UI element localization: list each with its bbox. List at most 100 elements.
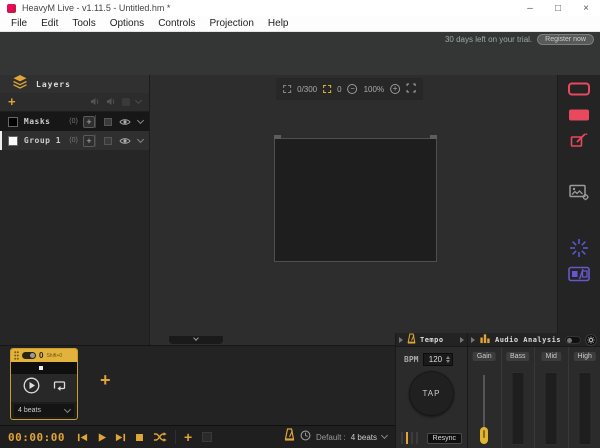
sequence-card[interactable]: 0 Shift+0 4 beats <box>10 348 78 420</box>
bpm-up-icon[interactable] <box>446 356 450 359</box>
group1-add-button[interactable]: + <box>83 135 95 147</box>
gain-slider-knob[interactable] <box>480 427 488 444</box>
add-sequence-button[interactable]: + <box>100 370 111 391</box>
shuffle-icon[interactable] <box>149 431 171 443</box>
zoom-in-button[interactable]: + <box>390 84 400 94</box>
group1-solo-button[interactable] <box>104 137 112 145</box>
high-column: High <box>568 347 600 448</box>
audio-settings-gear-icon[interactable] <box>585 334 597 346</box>
loop-mode-icon[interactable] <box>52 379 66 397</box>
generative-effects-icon[interactable] <box>569 238 589 258</box>
zoom-out-button[interactable]: − <box>348 84 358 94</box>
play-icon[interactable] <box>92 432 111 443</box>
selection-count: 0 <box>337 85 341 94</box>
resync-button[interactable]: Resync <box>427 433 462 444</box>
sequence-header[interactable]: 0 Shift+0 <box>11 349 77 362</box>
fill-style-icon[interactable] <box>567 107 591 123</box>
bpm-spinbox[interactable]: 120 <box>423 353 453 366</box>
menu-file[interactable]: File <box>4 18 34 29</box>
bpm-value[interactable]: 120 <box>424 355 446 364</box>
sequence-toggle[interactable] <box>22 352 36 359</box>
beat-bar <box>411 432 413 444</box>
transitions-icon[interactable] <box>567 265 591 283</box>
group1-color-swatch[interactable] <box>8 136 18 146</box>
audio-route-2-icon[interactable] <box>106 93 116 111</box>
stop-icon[interactable] <box>130 432 149 443</box>
group1-expand-chevron-icon[interactable] <box>137 135 144 142</box>
register-button[interactable]: Register now <box>537 34 594 45</box>
tap-tempo-button[interactable]: TAP <box>409 371 454 416</box>
previous-icon[interactable] <box>73 432 92 443</box>
outline-style-icon[interactable] <box>567 81 591 97</box>
menu-edit[interactable]: Edit <box>34 18 65 29</box>
collapse-chevron-icon <box>193 335 199 341</box>
tempo-panel: Tempo BPM 120 TAP Resync <box>395 333 467 448</box>
maximize-button[interactable]: □ <box>544 0 572 16</box>
menu-controls[interactable]: Controls <box>151 18 202 29</box>
sequence-beats-value: 4 beats <box>18 407 41 414</box>
add-layer-button[interactable]: + <box>8 96 16 108</box>
media-icon[interactable] <box>568 183 590 201</box>
add-timeline-button[interactable]: + <box>180 429 196 445</box>
play-sequence-icon[interactable] <box>23 377 40 399</box>
menu-help[interactable]: Help <box>261 18 296 29</box>
bass-level-meter <box>511 372 524 445</box>
empty-slot <box>202 432 212 442</box>
panel-arrow-right-icon[interactable] <box>460 337 464 343</box>
layer-option-button[interactable] <box>122 98 130 106</box>
beat-bar-active <box>406 432 408 444</box>
layers-toolbar-actions <box>90 93 141 111</box>
menu-tools[interactable]: Tools <box>65 18 102 29</box>
transport-bar: 00:00:00 + Default : 4 beats <box>0 425 395 448</box>
masks-add-button[interactable]: + <box>83 116 95 128</box>
bpm-down-icon[interactable] <box>446 360 450 363</box>
layer-row-masks[interactable]: Masks (0) + <box>0 112 149 131</box>
dropdown-chevron-icon <box>64 405 71 412</box>
collapse-bottom-panel-tab[interactable] <box>169 336 223 344</box>
bass-column: Bass <box>501 347 535 448</box>
default-beats-value[interactable]: 4 beats <box>351 433 377 442</box>
mid-level-meter <box>545 372 558 445</box>
fit-view-icon[interactable] <box>406 80 416 98</box>
masks-layer-name: Masks <box>24 117 69 126</box>
masks-count: (0) <box>69 118 83 125</box>
chevron-down-icon[interactable] <box>135 97 142 104</box>
group1-visibility-eye-icon[interactable] <box>119 132 131 150</box>
audio-channels: Gain Bass Mid High <box>468 347 600 448</box>
masks-expand-chevron-icon[interactable] <box>137 116 144 123</box>
preview-canvas[interactable]: 0/300 0 − 100% + <box>151 75 557 345</box>
bpm-row: BPM 120 <box>396 347 467 366</box>
audio-enable-toggle[interactable] <box>565 336 581 344</box>
layer-row-group1[interactable]: Group 1 (0) + <box>0 131 149 150</box>
layers-header: Layers <box>0 75 149 93</box>
group1-row-actions <box>95 134 143 147</box>
next-icon[interactable] <box>111 432 130 443</box>
beat-bar <box>416 432 418 444</box>
seams-icon <box>283 85 291 93</box>
beats-dropdown-chevron-icon[interactable] <box>381 432 388 439</box>
sequence-beats-dropdown[interactable]: 4 beats <box>14 404 74 417</box>
sequence-number: 0 <box>39 351 43 360</box>
panel-arrow-left-icon[interactable] <box>471 337 475 343</box>
masks-visibility-eye-icon[interactable] <box>119 113 131 131</box>
layers-toolbar: + <box>0 93 149 112</box>
group1-layer-name: Group 1 <box>24 136 69 145</box>
masks-solo-button[interactable] <box>104 118 112 126</box>
sequence-position-marker[interactable] <box>39 366 43 370</box>
gain-column: Gain <box>468 347 501 448</box>
menu-projection[interactable]: Projection <box>202 18 260 29</box>
window-title: HeavyM Live - v1.11.5 - Untitled.hm * <box>22 3 170 13</box>
audio-route-icon[interactable] <box>90 93 100 111</box>
projection-surface[interactable] <box>274 138 437 262</box>
minimize-button[interactable]: – <box>516 0 544 16</box>
panel-arrow-left-icon[interactable] <box>399 337 403 343</box>
menu-options[interactable]: Options <box>103 18 151 29</box>
metronome-icon <box>284 428 295 446</box>
appearance-sidebar <box>557 75 600 333</box>
masks-row-actions <box>95 115 143 128</box>
sequence-timeline-strip[interactable] <box>11 362 77 374</box>
draw-effects-icon[interactable] <box>569 131 589 149</box>
masks-color-swatch[interactable] <box>8 117 18 127</box>
bpm-spinner[interactable] <box>446 356 452 363</box>
close-button[interactable]: × <box>572 0 600 16</box>
